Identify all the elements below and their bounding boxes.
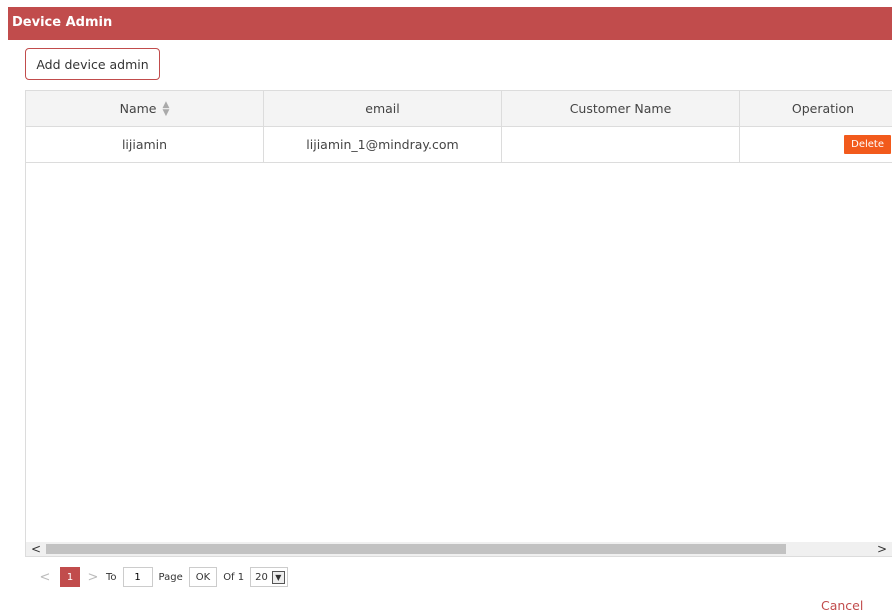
column-header-name[interactable]: Name ▲ ▼ [26,91,264,126]
page-size-value: 20 [255,571,268,583]
column-header-email: email [264,91,502,126]
scroll-left-icon[interactable]: < [26,542,46,556]
column-header-label: Name [119,101,157,116]
cell-name: lijiamin [26,127,264,162]
goto-page-input[interactable] [122,567,153,587]
next-page-icon[interactable]: > [86,570,100,585]
total-pages-label: Of 1 [223,571,245,583]
cell-email: lijiamin_1@mindray.com [264,127,502,162]
goto-label: To [106,571,117,583]
column-header-customer-name: Customer Name [502,91,740,126]
cancel-button[interactable]: Cancel [821,598,863,613]
page-title: Device Admin [12,15,113,30]
page-size-select[interactable]: 20 ▼ [250,567,288,587]
scrollbar-thumb[interactable] [46,544,786,554]
delete-button[interactable]: Delete [844,135,891,154]
column-header-label: Operation [791,101,855,116]
prev-page-icon[interactable]: < [38,570,52,585]
cell-customer-name [502,127,740,162]
sort-icon[interactable]: ▲ ▼ [162,100,169,117]
add-device-admin-button[interactable]: Add device admin [25,48,160,80]
column-header-label: Customer Name [569,101,672,116]
goto-ok-button[interactable]: OK [188,567,218,587]
page-number-current[interactable]: 1 [60,567,80,587]
title-bar: Device Admin [8,7,892,40]
page-label: Page [158,571,183,583]
table-row: lijiamin lijiamin_1@mindray.com Delete [26,127,892,163]
table-header-row: Name ▲ ▼ email Customer Name Operation [26,91,892,127]
pagination: < 1 > To Page OK Of 1 20 ▼ [38,567,288,587]
column-header-label: email [365,101,400,116]
horizontal-scrollbar[interactable]: < > [26,542,892,556]
scroll-right-icon[interactable]: > [872,542,892,556]
device-admin-table: Name ▲ ▼ email Customer Name Operation li… [25,90,892,557]
chevron-down-icon[interactable]: ▼ [271,570,285,584]
cell-operation: Delete [740,127,892,162]
column-header-operation: Operation [740,91,892,126]
